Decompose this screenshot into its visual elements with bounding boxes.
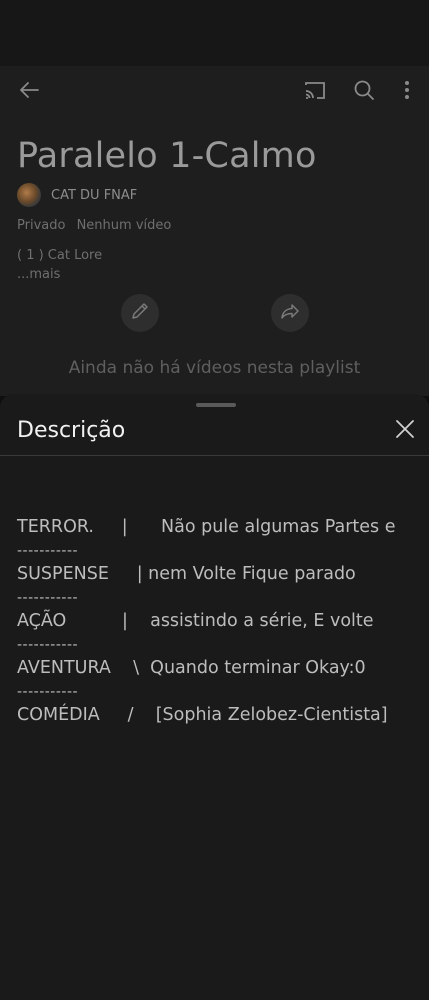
playlist-meta: Privado Nenhum vídeo — [17, 218, 171, 233]
video-count: Nenhum vídeo — [76, 218, 172, 233]
visibility-label: Privado — [17, 218, 66, 233]
description-line: AÇÃO | assistindo a série, E volte — [17, 611, 374, 631]
share-button[interactable] — [271, 294, 309, 332]
description-separator: ----------- — [17, 636, 79, 653]
avatar[interactable] — [17, 183, 41, 207]
channel-name[interactable]: CAT DU FNAF — [51, 188, 137, 203]
empty-playlist-message: Ainda não há vídeos nesta playlist — [68, 358, 361, 378]
playlist-page: Paralelo 1-Calmo CAT DU FNAF Privado Nen… — [0, 66, 429, 396]
sheet-title: Descrição — [17, 418, 126, 443]
search-icon[interactable] — [349, 75, 379, 105]
share-icon — [280, 301, 300, 325]
more-link[interactable]: ...mais — [17, 267, 60, 282]
edit-button[interactable] — [121, 294, 159, 332]
description-line: TERROR. | Não pule algumas Partes e — [17, 517, 396, 537]
more-vert-icon[interactable] — [392, 75, 422, 105]
description-sheet: Descrição TERROR. | Não pule algumas Par… — [0, 394, 429, 1000]
close-icon — [395, 419, 415, 443]
channel-row[interactable]: CAT DU FNAF — [17, 183, 137, 207]
cast-icon[interactable] — [300, 75, 330, 105]
description-separator: ----------- — [17, 542, 79, 559]
description-text: TERROR. | Não pule algumas Partes e ----… — [17, 516, 417, 728]
divider — [0, 455, 429, 456]
top-app-bar — [0, 66, 429, 114]
pencil-icon — [130, 301, 150, 325]
description-separator: ----------- — [17, 683, 79, 700]
description-line: SUSPENSE | nem Volte Fique parado — [17, 564, 356, 584]
playlist-title: Paralelo 1-Calmo — [17, 136, 317, 176]
description-line: AVENTURA \ Quando terminar Okay:0 — [17, 658, 366, 678]
back-arrow-icon[interactable] — [14, 75, 44, 105]
drag-handle[interactable] — [196, 403, 236, 407]
description-separator: ----------- — [17, 589, 79, 606]
close-button[interactable] — [391, 417, 419, 445]
description-line: COMÉDIA / [Sophia Zelobez-Cientista] — [17, 705, 388, 725]
status-bar — [0, 0, 429, 66]
description-preview[interactable]: ( 1 ) Cat Lore — [17, 248, 102, 263]
